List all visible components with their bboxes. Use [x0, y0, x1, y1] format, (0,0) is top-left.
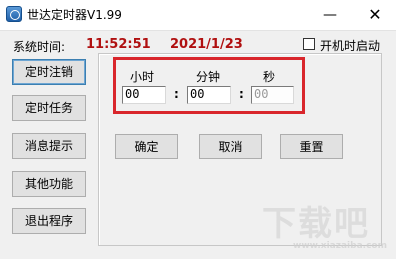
minute-input[interactable]: 00: [187, 86, 231, 104]
startup-checkbox-label[interactable]: 开机时启动: [320, 37, 380, 54]
cancel-button[interactable]: 取消: [199, 134, 262, 159]
confirm-button[interactable]: 确定: [115, 134, 178, 159]
watermark-logo: 下载吧: [262, 204, 370, 244]
time-separator: :: [239, 87, 244, 101]
hour-input[interactable]: 00: [122, 86, 166, 104]
close-button[interactable]: ✕: [355, 0, 395, 30]
title-bar[interactable]: 世达定时器V1.99 — ✕: [0, 0, 396, 30]
startup-checkbox[interactable]: [303, 38, 315, 50]
timed-task-button[interactable]: 定时任务: [12, 95, 86, 121]
other-functions-button[interactable]: 其他功能: [12, 171, 86, 197]
second-input: 00: [251, 86, 294, 104]
watermark-url: www.xiazaiba.com: [293, 241, 387, 251]
exit-program-button[interactable]: 退出程序: [12, 208, 86, 234]
current-time: 11:52:51: [86, 37, 151, 52]
minute-label: 分钟: [196, 70, 221, 84]
app-clock-icon: [6, 6, 22, 22]
reset-button[interactable]: 重置: [280, 134, 343, 159]
message-reminder-button[interactable]: 消息提示: [12, 133, 86, 159]
window-title: 世达定时器V1.99: [27, 8, 122, 22]
current-date: 2021/1/23: [170, 37, 243, 52]
timed-logout-button[interactable]: 定时注销: [12, 59, 86, 85]
hour-label: 小时: [130, 70, 155, 84]
second-label: 秒: [263, 70, 276, 84]
title-divider: [0, 30, 396, 31]
minimize-button[interactable]: —: [310, 0, 350, 30]
time-separator: :: [174, 87, 179, 101]
system-time-label: 系统时间:: [13, 40, 66, 54]
